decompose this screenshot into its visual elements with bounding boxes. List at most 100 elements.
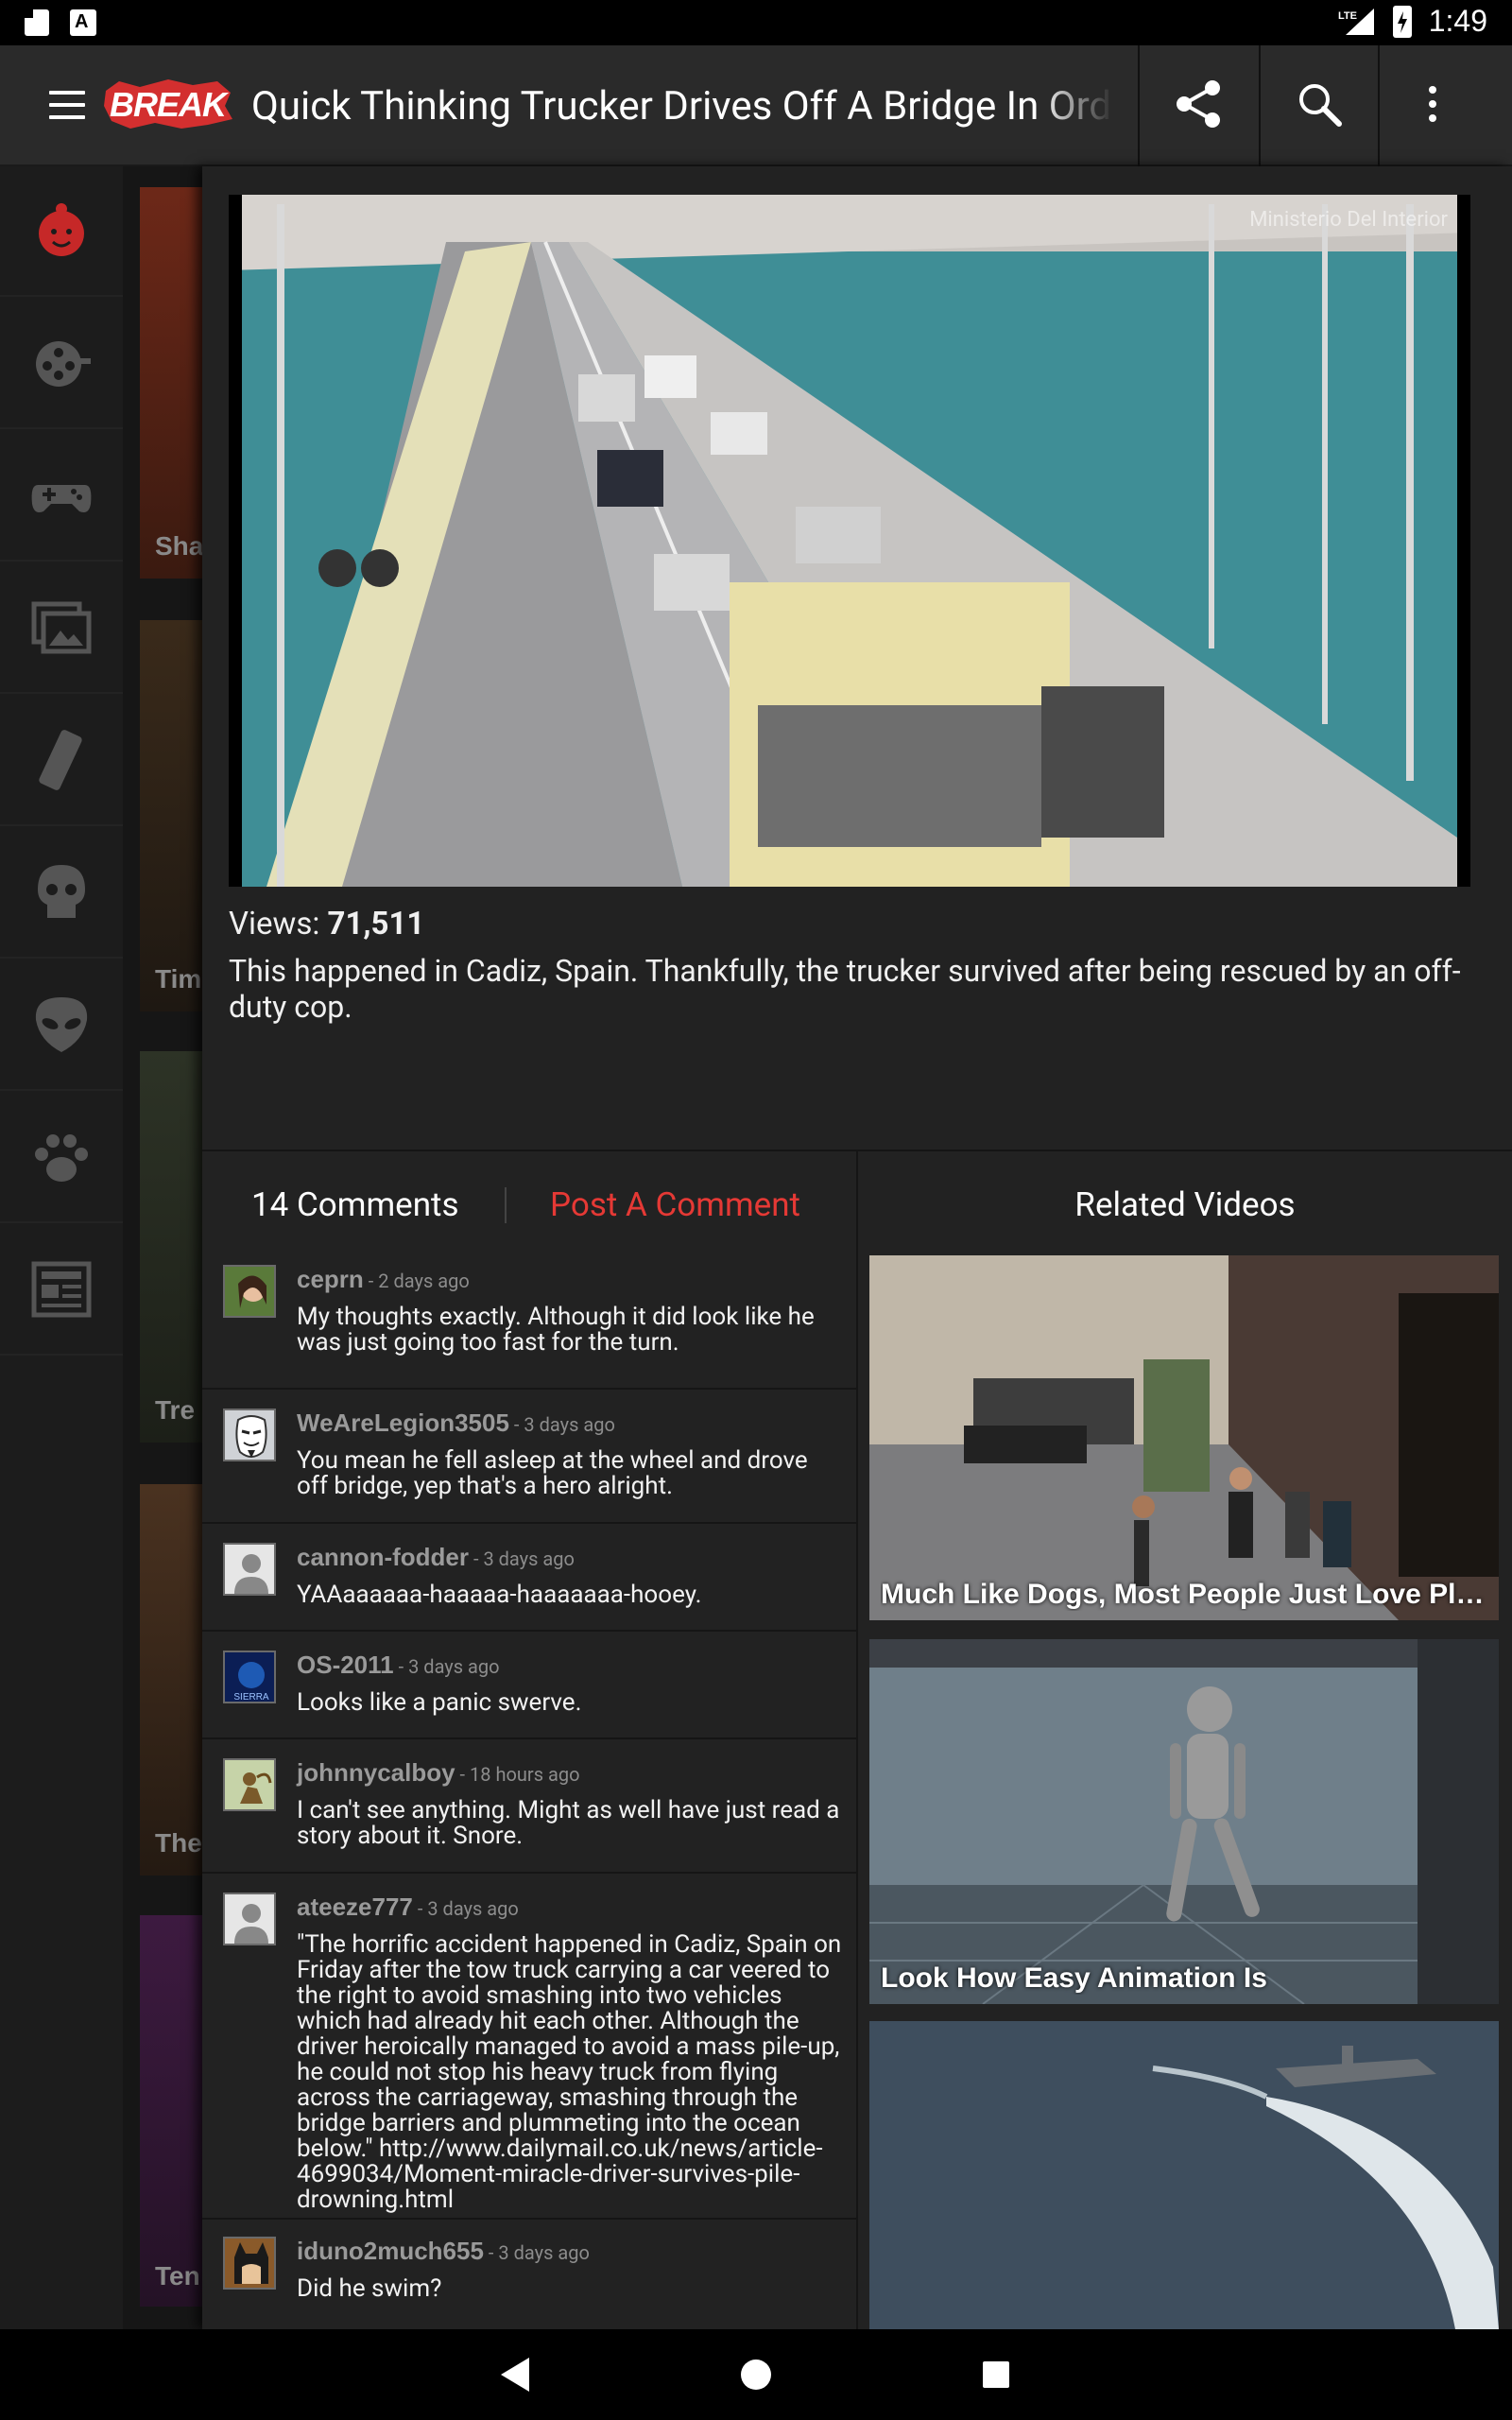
back-triangle-icon: [501, 2358, 529, 2392]
related-video-title: Look How Easy Animation Is: [881, 1962, 1267, 1994]
avatar[interactable]: [223, 1893, 276, 1945]
comment-item: SIERRA OS-2011 - 3 days ago Looks like a…: [202, 1632, 856, 1739]
comment-item: ceprn - 2 days ago My thoughts exactly. …: [202, 1255, 856, 1390]
lte-signal-icon: LTE: [1338, 7, 1376, 37]
gallery-icon: [31, 601, 92, 654]
background-card-label: Sha: [155, 531, 204, 561]
video-detail-panel: Ministerio Del Interior Views: 71,511 Th…: [202, 166, 1512, 2384]
comment-text: YAAaaaaaa-haaaaa-haaaaaaa-hooey.: [297, 1581, 702, 1609]
rail-item-remote[interactable]: [0, 696, 123, 826]
film-reel-icon: [36, 341, 91, 387]
comment-username[interactable]: ateeze777: [297, 1893, 413, 1921]
comment-username[interactable]: WeAreLegion3505: [297, 1409, 509, 1437]
comment-time: - 3 days ago: [469, 1547, 575, 1570]
share-icon: [1173, 78, 1224, 133]
svg-text:SIERRA: SIERRA: [233, 1692, 269, 1703]
rail-item-games[interactable]: [0, 431, 123, 562]
view-count: Views: 71,511: [229, 906, 424, 942]
comment-time: - 3 days ago: [508, 1413, 615, 1436]
gamepad-icon: [31, 485, 92, 512]
comment-text: My thoughts exactly. Although it did loo…: [297, 1303, 815, 1357]
status-bar: LTE 1:49: [0, 0, 1512, 45]
comment-username[interactable]: cannon-fodder: [297, 1543, 469, 1571]
rail-item-news[interactable]: [0, 1225, 123, 1356]
recents-square-icon: [983, 2361, 1009, 2388]
video-description: This happened in Cadiz, Spain. Thankfull…: [229, 953, 1461, 1025]
font-a-icon: [70, 9, 96, 36]
related-video-card[interactable]: [869, 2021, 1499, 2329]
more-vert-icon: [1427, 85, 1438, 127]
comment-time: - 3 days ago: [412, 1897, 519, 1920]
comment-username[interactable]: OS-2011: [297, 1651, 394, 1679]
avatar[interactable]: SIERRA: [223, 1651, 276, 1703]
nav-recents-button[interactable]: [930, 2329, 1062, 2420]
svg-text:LTE: LTE: [1338, 10, 1357, 22]
break-logo[interactable]: BREAK: [102, 78, 234, 130]
rail-item-home[interactable]: [0, 166, 123, 297]
remote-icon: [39, 730, 82, 790]
comment-time: - 18 hours ago: [455, 1763, 580, 1786]
video-watermark: Ministerio Del Interior: [1249, 208, 1448, 232]
comment-text: You mean he fell asleep at the wheel and…: [297, 1446, 808, 1500]
views-value: 71,511: [327, 906, 425, 942]
comments-header: 14 Comments Post A Comment: [202, 1151, 856, 1255]
alien-icon: [35, 997, 88, 1052]
system-nav-bar: [0, 2329, 1512, 2420]
comment-item: WeAreLegion3505 - 3 days ago You mean he…: [202, 1390, 856, 1524]
related-videos-heading: Related Videos: [1074, 1185, 1296, 1224]
comment-text: Did he swim?: [297, 2274, 442, 2303]
background-card-label: Ten: [155, 2261, 200, 2290]
search-button[interactable]: [1261, 45, 1378, 166]
related-video-card[interactable]: Look How Easy Animation Is: [869, 1639, 1499, 2004]
rail-item-gallery[interactable]: [0, 563, 123, 694]
rail-item-pets[interactable]: [0, 1093, 123, 1223]
status-time: 1:49: [1428, 4, 1487, 38]
comment-time: - 2 days ago: [363, 1270, 470, 1292]
rail-item-alien[interactable]: [0, 960, 123, 1091]
comment-username[interactable]: johnnycalboy: [297, 1758, 455, 1787]
column-divider: [856, 1150, 858, 2329]
comment-text: "The horrific accident happened in Cadiz…: [297, 1930, 842, 2214]
video-title: Quick Thinking Trucker Drives Off A Brid…: [251, 83, 1113, 130]
avatar[interactable]: [223, 2237, 276, 2290]
related-video-title: Much Like Dogs, Most People Just Love Pl…: [881, 1579, 1486, 1610]
background-card-label: Tre: [155, 1395, 196, 1425]
avatar[interactable]: [223, 1758, 276, 1811]
comment-count[interactable]: 14 Comments: [251, 1185, 459, 1224]
category-rail: [0, 166, 123, 2329]
paw-icon: [35, 1134, 88, 1182]
comment-item: cannon-fodder - 3 days ago YAAaaaaaa-haa…: [202, 1524, 856, 1632]
nav-back-button[interactable]: [450, 2329, 582, 2420]
news-icon: [31, 1261, 92, 1318]
avatar[interactable]: [223, 1543, 276, 1596]
post-comment-button[interactable]: Post A Comment: [550, 1185, 800, 1224]
comment-username[interactable]: ceprn: [297, 1265, 364, 1293]
comment-text: I can't see anything. Might as well have…: [297, 1796, 840, 1850]
skull-icon: [38, 865, 85, 918]
share-button[interactable]: [1140, 45, 1257, 166]
rail-item-skull[interactable]: [0, 828, 123, 959]
comment-item: johnnycalboy - 18 hours ago I can't see …: [202, 1739, 856, 1874]
app-root: LTE 1:49 BREAK Quick Thinking Trucker Dr…: [0, 0, 1512, 2420]
baby-face-icon: [39, 203, 84, 256]
nav-home-button[interactable]: [690, 2329, 822, 2420]
rail-item-video[interactable]: [0, 299, 123, 429]
header-divider: [505, 1187, 507, 1223]
app-bar: BREAK Quick Thinking Trucker Drives Off …: [0, 45, 1512, 166]
avatar[interactable]: [223, 1409, 276, 1461]
home-circle-icon: [741, 2360, 771, 2390]
comment-item: iduno2much655 - 3 days ago Did he swim?: [202, 2218, 856, 2329]
background-card-label: The: [155, 1828, 202, 1858]
overflow-menu-button[interactable]: [1380, 45, 1486, 166]
sd-card-icon: [25, 9, 49, 36]
views-label: Views:: [229, 906, 320, 942]
battery-charging-icon: [1392, 5, 1412, 38]
video-player[interactable]: Ministerio Del Interior: [229, 195, 1470, 887]
related-video-card[interactable]: Much Like Dogs, Most People Just Love Pl…: [869, 1255, 1499, 1620]
avatar[interactable]: [223, 1265, 276, 1318]
comment-username[interactable]: iduno2much655: [297, 2237, 484, 2265]
comment-text: Looks like a panic swerve.: [297, 1688, 582, 1717]
search-icon: [1296, 80, 1343, 131]
background-card-label: Tim: [155, 964, 202, 994]
hamburger-menu-icon[interactable]: [49, 91, 85, 119]
